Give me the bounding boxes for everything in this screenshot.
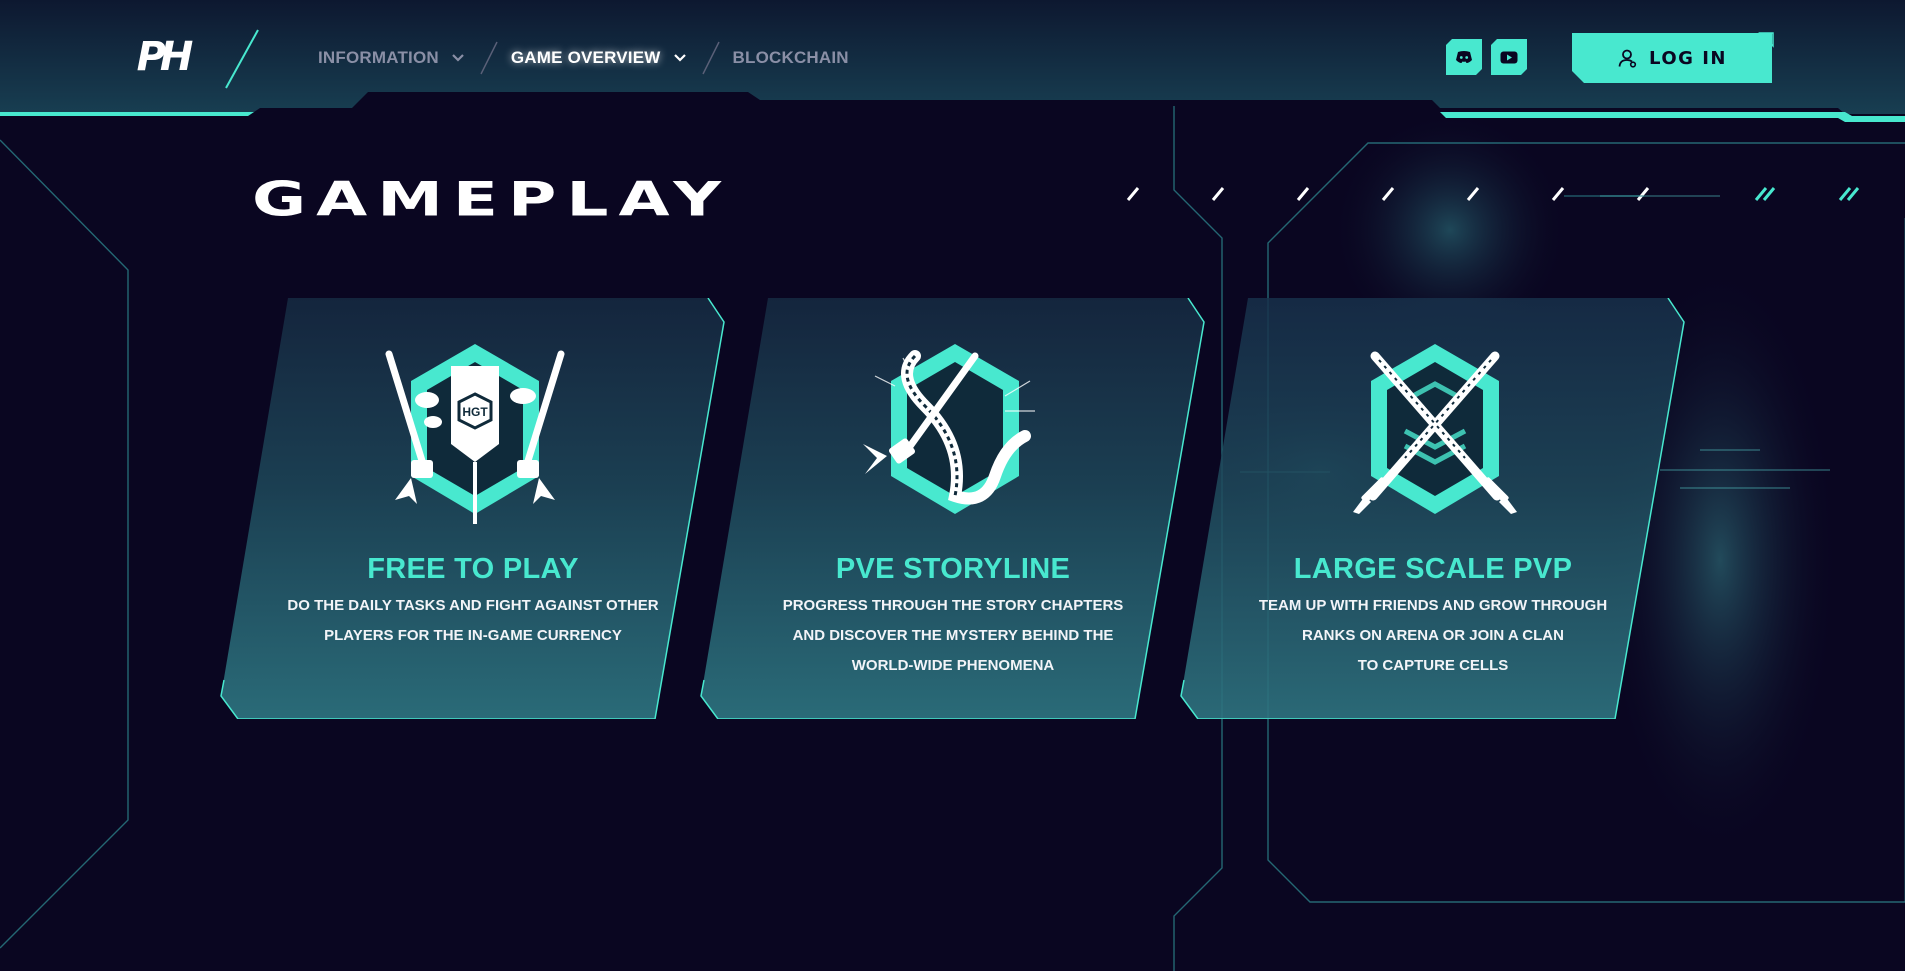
card-description-line: AND DISCOVER THE MYSTERY BEHIND THE: [792, 627, 1114, 644]
hgt-banner-swords-icon: HGT: [385, 344, 565, 524]
decorative-slashes: [1126, 187, 1860, 201]
nav-divider: [701, 41, 720, 75]
chevron-down-icon: [452, 54, 464, 62]
discord-icon: [1455, 50, 1473, 64]
svg-text:HGT: HGT: [462, 405, 488, 419]
card-description-line: TEAM UP WITH FRIENDS AND GROW THROUGH: [1258, 597, 1608, 614]
discord-button[interactable]: [1446, 39, 1482, 75]
crossed-swords-icon: [1353, 344, 1517, 514]
card-description: PROGRESS THROUGH THE STORY CHAPTERS AND …: [753, 591, 1153, 681]
card-description-line: RANKS ON ARENA OR JOIN A CLAN: [1302, 627, 1564, 644]
card-description-line: PROGRESS THROUGH THE STORY CHAPTERS: [782, 597, 1124, 614]
feature-card-free-to-play: HGT FREE TO PLAY DO THE DAILY TASKS AND …: [220, 298, 726, 719]
card-description-line: PLAYERS FOR THE IN-GAME CURRENCY: [324, 627, 622, 644]
page-title: GAMEPLAY: [252, 171, 731, 228]
site-header: PH INFORMATION GAME OVERVIEW BLOCKCHAIN: [0, 0, 1905, 122]
card-description: DO THE DAILY TASKS AND FIGHT AGAINST OTH…: [273, 591, 673, 651]
feature-card-large-scale-pvp: LARGE SCALE PVP TEAM UP WITH FRIENDS AND…: [1180, 298, 1686, 719]
nav-item-label: BLOCKCHAIN: [732, 48, 849, 67]
nav-item-information[interactable]: INFORMATION: [318, 48, 465, 68]
nav-item-game-overview[interactable]: GAME OVERVIEW: [511, 48, 687, 68]
login-button[interactable]: LOG IN: [1572, 33, 1772, 83]
card-description-line: DO THE DAILY TASKS AND FIGHT AGAINST OTH…: [287, 597, 659, 614]
nav-item-blockchain[interactable]: BLOCKCHAIN: [733, 48, 849, 68]
brand-logo[interactable]: PH: [130, 30, 194, 84]
nav-item-label: GAME OVERVIEW: [510, 48, 661, 67]
login-corner-notch: [1758, 32, 1774, 48]
nav-item-label: INFORMATION: [318, 48, 439, 67]
login-label: LOG IN: [1649, 47, 1727, 69]
card-title: LARGE SCALE PVP: [1293, 553, 1573, 585]
sword-tentacle-icon: [863, 344, 1035, 514]
card-title: FREE TO PLAY: [367, 553, 579, 585]
youtube-icon: [1500, 51, 1518, 64]
card-description-line: TO CAPTURE CELLS: [1357, 657, 1509, 674]
main-nav: INFORMATION GAME OVERVIEW BLOCKCHAIN: [318, 41, 849, 75]
youtube-button[interactable]: [1491, 39, 1527, 75]
card-description: TEAM UP WITH FRIENDS AND GROW THROUGH RA…: [1233, 591, 1633, 681]
card-title: PVE STORYLINE: [835, 553, 1071, 585]
card-description-line: WORLD-WIDE PHENOMENA: [851, 657, 1055, 674]
logo-divider: [225, 29, 259, 89]
user-icon: [1617, 48, 1637, 68]
feature-card-pve-storyline: PVE STORYLINE PROGRESS THROUGH THE STORY…: [700, 298, 1206, 719]
chevron-down-icon: [673, 54, 686, 62]
nav-divider: [480, 41, 498, 75]
